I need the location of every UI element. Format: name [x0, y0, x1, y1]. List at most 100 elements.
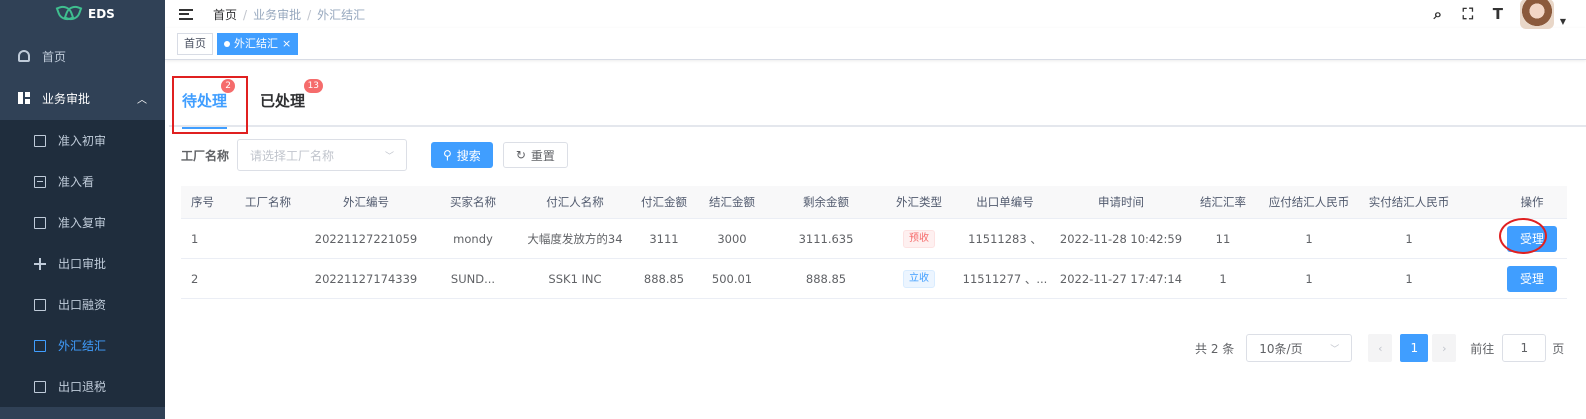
close-icon[interactable]: × [282, 34, 291, 54]
table-header: 序号 工厂名称 外汇编号 买家名称 付汇人名称 付汇金额 结汇金额 剩余金额 外… [181, 186, 1567, 219]
search-icon: ⚲ [443, 148, 452, 162]
column-header: 结汇金额 [709, 195, 755, 209]
cell-fx-no: 20221127174339 [314, 271, 418, 286]
caret-down-icon[interactable]: ▼ [1560, 17, 1566, 26]
table-row: 1 20221127221059 mondy 大幅度发放方的34 3111 30… [181, 217, 1567, 259]
cell-export-no: 11511277 、... [962, 271, 1048, 286]
column-header: 序号 [191, 195, 214, 209]
tab-processed[interactable]: 已处理 13 [260, 75, 324, 127]
page-size-select[interactable]: 10条/页 ﹀ [1246, 334, 1353, 362]
cell-apply-time: 2022-11-27 17:47:14 [1059, 271, 1183, 286]
reset-button[interactable]: ↻ 重置 [502, 142, 568, 168]
factory-filter-label: 工厂名称 [181, 148, 230, 163]
logo-icon [58, 7, 80, 21]
fx-table: 序号 工厂名称 外汇编号 买家名称 付汇人名称 付汇金额 结汇金额 剩余金额 外… [181, 186, 1567, 299]
sidebar-item-admission-view[interactable]: 准入看 [0, 161, 165, 202]
book-icon [34, 216, 46, 229]
next-page-button[interactable]: › [1432, 334, 1457, 362]
sidebar: EDS 首页 业务审批 ︿ 准入初审 准入看 准入复审 出口审批 出口融资 外汇… [0, 0, 165, 419]
page-number-button[interactable]: 1 [1400, 334, 1429, 362]
jump-label: 前往 [1470, 341, 1495, 356]
sidebar-group-approval[interactable]: 业务审批 ︿ [0, 76, 165, 120]
type-badge: 立收 [903, 269, 935, 288]
grid-icon [18, 92, 30, 104]
cell-fx-type: 预收 [883, 229, 955, 248]
sidebar-item-label: 准入看 [58, 175, 95, 189]
page-size-value: 10条/页 [1259, 341, 1303, 356]
chevron-down-icon: ﹀ [384, 151, 394, 162]
select-placeholder: 请选择工厂名称 [250, 148, 335, 163]
sidebar-item-label: 出口融资 [58, 298, 107, 312]
accept-button[interactable]: 受理 [1499, 217, 1557, 254]
status-tabs: 待处理 2 已处理 13 [169, 75, 1586, 134]
app-name: EDS [88, 7, 115, 21]
cell-operation: 受理 [1459, 217, 1586, 254]
tag-fx-settlement[interactable]: 外汇结汇 × [217, 32, 299, 55]
column-header: 买家名称 [450, 195, 496, 209]
cell-operation: 受理 [1459, 265, 1586, 292]
cell-remaining-amount: 888.85 [805, 271, 847, 286]
breadcrumb-home[interactable]: 首页 [213, 8, 237, 22]
logo: EDS [0, 0, 165, 28]
breadcrumb-level2: 外汇结汇 [317, 7, 366, 22]
sidebar-group-label: 业务审批 [42, 91, 91, 106]
sidebar-item-label: 准入复审 [58, 216, 107, 230]
cell-settlement-amount: 3000 [717, 231, 747, 246]
sidebar-item-label: 出口审批 [58, 257, 107, 271]
pagination-total: 共 2 条 [1195, 341, 1235, 356]
cell-index: 2 [191, 271, 199, 286]
sidebar-item-home[interactable]: 首页 [0, 36, 165, 76]
sidebar-item-export-tax-refund[interactable]: 出口退税 [0, 366, 165, 407]
cell-apply-time: 2022-11-28 10:42:59 [1059, 231, 1183, 246]
cell-rate: 11 [1215, 231, 1231, 246]
list-icon [34, 175, 46, 188]
cell-actual-rmb: 1 [1405, 231, 1413, 246]
sidebar-item-admission-review[interactable]: 准入复审 [0, 202, 165, 243]
jump-page-input[interactable]: 1 [1502, 334, 1547, 362]
cell-payer: 大幅度发放方的34 [527, 231, 623, 246]
breadcrumb: 首页 / 业务审批 / 外汇结汇 [213, 6, 365, 23]
column-header: 出口单编号 [976, 195, 1034, 209]
cell-fx-no: 20221127221059 [314, 231, 418, 246]
cell-rate: 1 [1219, 271, 1227, 286]
cell-payment-amount: 888.85 [643, 271, 685, 286]
chevron-down-icon: ﹀ [1330, 344, 1340, 355]
fullscreen-icon[interactable]: ⛶ [1460, 6, 1476, 22]
column-header: 付汇金额 [641, 195, 687, 209]
cell-payment-amount: 3111 [649, 231, 679, 246]
sidebar-item-export-finance[interactable]: 出口融资 [0, 284, 165, 325]
factory-select[interactable]: 请选择工厂名称 ﹀ [237, 139, 407, 171]
chevron-up-icon: ︿ [137, 94, 147, 106]
cell-actual-rmb: 1 [1405, 271, 1413, 286]
tab-label: 已处理 [260, 92, 306, 110]
hamburger-icon[interactable] [179, 8, 193, 20]
filter-bar: 工厂名称 请选择工厂名称 ﹀ ⚲ 搜索 ↻ 重置 [181, 139, 568, 171]
column-header: 应付结汇人民币 [1268, 195, 1350, 209]
accept-button[interactable]: 受理 [1507, 265, 1557, 292]
book-icon [34, 298, 46, 311]
cell-export-no: 11511283 、 [968, 231, 1042, 246]
dashboard-icon [18, 50, 30, 62]
refresh-icon: ↻ [515, 148, 526, 162]
sidebar-item-admission-initial[interactable]: 准入初审 [0, 120, 165, 161]
sidebar-item-export-approval[interactable]: 出口审批 [0, 243, 165, 284]
type-badge: 预收 [903, 229, 935, 248]
cell-payer: SSK1 INC [548, 271, 602, 286]
tag-home[interactable]: 首页 [177, 32, 213, 55]
prev-page-button[interactable]: ‹ [1368, 334, 1393, 362]
document-icon [34, 134, 46, 147]
sidebar-item-fx-settlement[interactable]: 外汇结汇 [0, 325, 165, 366]
active-dot-icon [224, 40, 230, 47]
search-button[interactable]: ⚲ 搜索 [431, 142, 493, 168]
column-header: 付汇人名称 [546, 195, 604, 209]
navbar: 首页 / 业务审批 / 外汇结汇 ⌕ ⛶ T ▼ [165, 0, 1586, 29]
column-header: 外汇编号 [343, 195, 389, 209]
navbar-tools: ⌕ ⛶ T ▼ [1430, 0, 1566, 29]
tag-label: 外汇结汇 [234, 36, 278, 50]
cell-fx-type: 立收 [883, 269, 955, 288]
search-icon[interactable]: ⌕ [1430, 6, 1446, 22]
column-header: 实付结汇人民币 [1368, 195, 1450, 209]
avatar[interactable] [1519, 0, 1554, 29]
font-size-icon[interactable]: T [1490, 6, 1506, 22]
table-row: 2 20221127174339 SUND... SSK1 INC 888.85… [181, 259, 1567, 299]
